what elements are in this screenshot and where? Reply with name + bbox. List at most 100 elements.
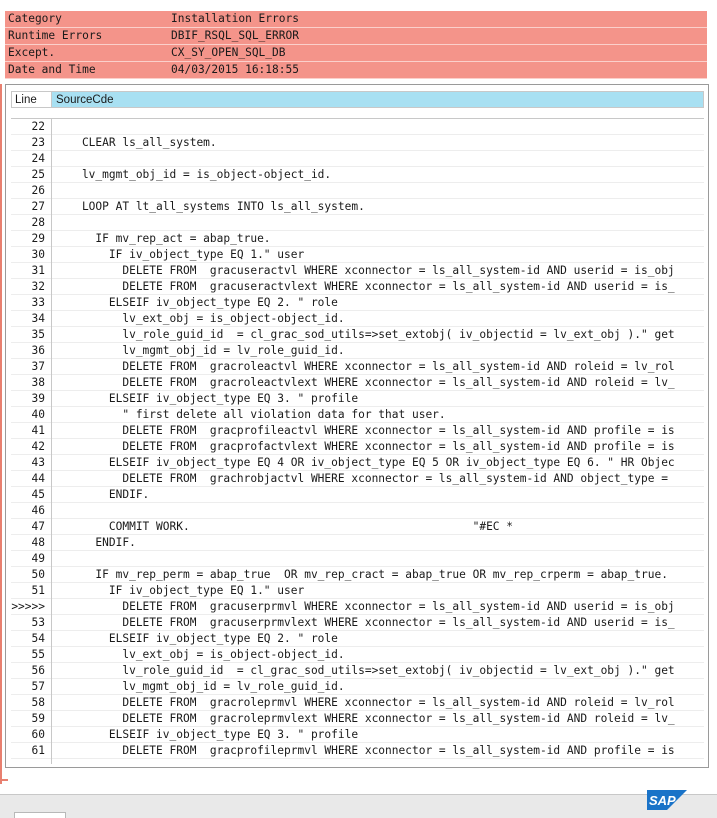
line-number: 50	[31, 568, 45, 581]
code-row[interactable]: 41 DELETE FROM gracprofileactvl WHERE xc…	[11, 423, 704, 439]
code-text: ELSEIF iv_object_type EQ 2. " role	[55, 632, 338, 645]
line-number: 42	[31, 440, 45, 453]
code-row[interactable]: 22	[11, 119, 704, 135]
code-row[interactable]: 45 ENDIF.	[11, 487, 704, 503]
code-text: IF mv_rep_perm = abap_true OR mv_rep_cra…	[55, 568, 668, 581]
header-label: Category	[8, 12, 62, 25]
header-label: Date and Time	[8, 63, 96, 76]
code-text: ELSEIF iv_object_type EQ 2. " role	[55, 296, 338, 309]
line-number: 53	[31, 616, 45, 629]
code-row[interactable]: 61 DELETE FROM gracprofileprmvl WHERE xc…	[11, 743, 704, 759]
code-text: lv_ext_obj = is_object-object_id.	[55, 648, 345, 661]
code-row[interactable]: >>>>> DELETE FROM gracuserprmvl WHERE xc…	[11, 599, 704, 615]
code-row[interactable]: 58 DELETE FROM gracroleprmvl WHERE xconn…	[11, 695, 704, 711]
line-number: 35	[31, 328, 45, 341]
line-number: 27	[31, 200, 45, 213]
line-number: 30	[31, 248, 45, 261]
code-text: DELETE FROM gracprofileprmvl WHERE xconn…	[55, 744, 675, 757]
line-number: 26	[31, 184, 45, 197]
code-text: ENDIF.	[55, 488, 150, 501]
code-text: DELETE FROM gracuserprmvl WHERE xconnect…	[55, 600, 675, 613]
code-row[interactable]: 36 lv_mgmt_obj_id = lv_role_guid_id.	[11, 343, 704, 359]
code-row[interactable]: 34 lv_ext_obj = is_object-object_id.	[11, 311, 704, 327]
code-row[interactable]: 26	[11, 183, 704, 199]
line-number: 22	[31, 120, 45, 133]
code-row[interactable]: 39 ELSEIF iv_object_type EQ 3. " profile	[11, 391, 704, 407]
sap-logo: SAP	[647, 790, 687, 810]
code-row[interactable]: 60 ELSEIF iv_object_type EQ 3. " profile	[11, 727, 704, 743]
source-code-frame: Line SourceCde 22 23 CLEAR ls_all_system.…	[5, 84, 709, 768]
code-row[interactable]: 47 COMMIT WORK. "#EC *	[11, 519, 704, 535]
code-row[interactable]: 54 ELSEIF iv_object_type EQ 2. " role	[11, 631, 704, 647]
status-bar-tab[interactable]	[14, 812, 66, 818]
line-number: 61	[31, 744, 45, 757]
code-row[interactable]: 50 IF mv_rep_perm = abap_true OR mv_rep_…	[11, 567, 704, 583]
code-text: IF iv_object_type EQ 1." user	[55, 584, 305, 597]
code-row[interactable]: 37 DELETE FROM gracroleactvl WHERE xconn…	[11, 359, 704, 375]
code-text: ENDIF.	[55, 536, 136, 549]
code-row[interactable]: 33 ELSEIF iv_object_type EQ 2. " role	[11, 295, 704, 311]
code-text: DELETE FROM gracuserprmvlext WHERE xconn…	[55, 616, 675, 629]
line-number: 39	[31, 392, 45, 405]
code-row[interactable]: 53 DELETE FROM gracuserprmvlext WHERE xc…	[11, 615, 704, 631]
code-text: DELETE FROM gracprofileactvl WHERE xconn…	[55, 424, 675, 437]
code-row[interactable]: 32 DELETE FROM gracuseractvlext WHERE xc…	[11, 279, 704, 295]
code-row[interactable]: 23 CLEAR ls_all_system.	[11, 135, 704, 151]
code-row[interactable]: 28	[11, 215, 704, 231]
code-text: ELSEIF iv_object_type EQ 3. " profile	[55, 392, 359, 405]
code-row[interactable]: 55 lv_ext_obj = is_object-object_id.	[11, 647, 704, 663]
code-row[interactable]: 35 lv_role_guid_id = cl_grac_sod_utils=>…	[11, 327, 704, 343]
code-text: DELETE FROM gracroleactvlext WHERE xconn…	[55, 376, 675, 389]
code-row[interactable]: 59 DELETE FROM gracroleprmvlext WHERE xc…	[11, 711, 704, 727]
column-header-line[interactable]: Line	[11, 91, 51, 108]
line-number: 43	[31, 456, 45, 469]
line-number: 47	[31, 520, 45, 533]
code-row[interactable]: 48 ENDIF.	[11, 535, 704, 551]
code-text: COMMIT WORK. "#EC *	[55, 520, 514, 533]
code-row[interactable]: 31 DELETE FROM gracuseractvl WHERE xconn…	[11, 263, 704, 279]
code-row[interactable]: 44 DELETE FROM grachrobjactvl WHERE xcon…	[11, 471, 704, 487]
code-text: ELSEIF iv_object_type EQ 4 OR iv_object_…	[55, 456, 675, 469]
code-text: lv_mgmt_obj_id = is_object-object_id.	[55, 168, 332, 181]
code-row[interactable]: 56 lv_role_guid_id = cl_grac_sod_utils=>…	[11, 663, 704, 679]
code-row[interactable]: 49	[11, 551, 704, 567]
code-row[interactable]: 25 lv_mgmt_obj_id = is_object-object_id.	[11, 167, 704, 183]
header-value: Installation Errors	[171, 12, 299, 25]
line-number: 54	[31, 632, 45, 645]
line-number: 44	[31, 472, 45, 485]
line-number: 48	[31, 536, 45, 549]
line-number: 28	[31, 216, 45, 229]
code-row[interactable]: 40 " first delete all violation data for…	[11, 407, 704, 423]
line-number: 58	[31, 696, 45, 709]
code-row[interactable]: 29 IF mv_rep_act = abap_true.	[11, 231, 704, 247]
code-text: DELETE FROM gracroleactvl WHERE xconnect…	[55, 360, 675, 373]
code-text: DELETE FROM gracuseractvlext WHERE xconn…	[55, 280, 675, 293]
header-label: Except.	[8, 46, 56, 59]
code-row[interactable]: 51 IF iv_object_type EQ 1." user	[11, 583, 704, 599]
header-row-date-time: Date and Time 04/03/2015 16:18:55	[5, 62, 707, 79]
line-number: 36	[31, 344, 45, 357]
column-header-row: Line SourceCde	[11, 91, 704, 108]
code-row[interactable]: 43 ELSEIF iv_object_type EQ 4 OR iv_obje…	[11, 455, 704, 471]
code-row[interactable]: 30 IF iv_object_type EQ 1." user	[11, 247, 704, 263]
line-number: 34	[31, 312, 45, 325]
code-text: DELETE FROM gracroleprmvl WHERE xconnect…	[55, 696, 675, 709]
line-number: 38	[31, 376, 45, 389]
source-code-list[interactable]: 22 23 CLEAR ls_all_system. 24 25 lv_mgmt_ob…	[11, 118, 704, 764]
line-number: 56	[31, 664, 45, 677]
line-number: 60	[31, 728, 45, 741]
code-row[interactable]: 57 lv_mgmt_obj_id = lv_role_guid_id.	[11, 679, 704, 695]
line-number: 41	[31, 424, 45, 437]
gutter-divider	[51, 119, 52, 764]
line-number: 49	[31, 552, 45, 565]
code-row[interactable]: 42 DELETE FROM gracprofactvlext WHERE xc…	[11, 439, 704, 455]
code-row[interactable]: 38 DELETE FROM gracroleactvlext WHERE xc…	[11, 375, 704, 391]
code-row[interactable]: 24	[11, 151, 704, 167]
code-row[interactable]: 27 LOOP AT lt_all_systems INTO ls_all_sy…	[11, 199, 704, 215]
column-header-source[interactable]: SourceCde	[51, 91, 704, 108]
code-row[interactable]: 46	[11, 503, 704, 519]
line-number: 37	[31, 360, 45, 373]
